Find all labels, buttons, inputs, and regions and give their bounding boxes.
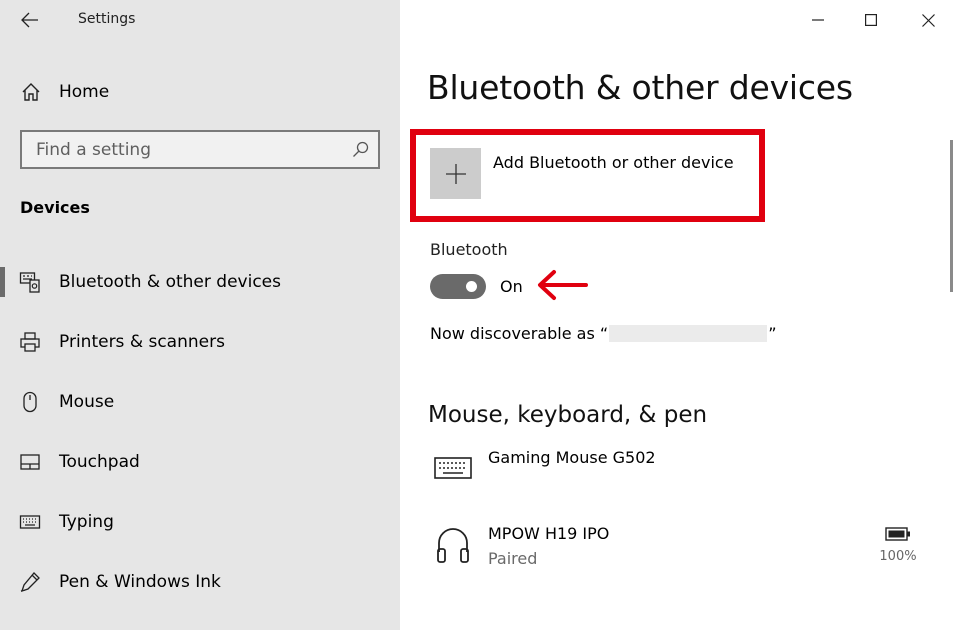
mouse-icon <box>18 390 42 414</box>
sidebar: Settings Home Devices Bluetooth & other … <box>0 0 400 630</box>
sidebar-item-typing[interactable]: Typing <box>0 492 400 552</box>
home-label: Home <box>59 82 110 102</box>
title-bar: Settings <box>0 0 400 40</box>
add-device-button[interactable]: Add Bluetooth or other device <box>430 148 734 199</box>
sidebar-item-label: Pen & Windows Ink <box>59 572 221 592</box>
plus-icon <box>445 163 466 184</box>
touchpad-icon <box>18 450 42 474</box>
maximize-icon <box>865 14 877 26</box>
sidebar-nav: Bluetooth & other devices Printers & sca… <box>0 252 400 612</box>
toggle-knob <box>466 281 477 292</box>
pen-icon <box>18 570 42 594</box>
discoverable-prefix: Now discoverable as “ <box>430 324 609 343</box>
battery-percent: 100% <box>879 549 917 564</box>
close-icon <box>921 13 935 27</box>
sidebar-item-label: Typing <box>59 512 114 532</box>
sidebar-item-label: Bluetooth & other devices <box>59 272 281 292</box>
main-panel: Bluetooth & other devices Add Bluetooth … <box>400 0 957 630</box>
section-title: Mouse, keyboard, & pen <box>428 402 708 428</box>
device-item[interactable]: Gaming Mouse G502 <box>430 448 656 488</box>
minimize-icon <box>812 19 824 21</box>
sidebar-item-mouse[interactable]: Mouse <box>0 372 400 432</box>
sidebar-item-printers[interactable]: Printers & scanners <box>0 312 400 372</box>
page-title: Bluetooth & other devices <box>427 68 853 107</box>
keyboard-icon <box>18 510 42 534</box>
sidebar-item-label: Touchpad <box>59 452 140 472</box>
device-name: MPOW H19 IPO <box>488 524 610 543</box>
sidebar-item-touchpad[interactable]: Touchpad <box>0 432 400 492</box>
home-icon <box>18 82 44 102</box>
maximize-button[interactable] <box>845 4 897 36</box>
sidebar-item-bluetooth[interactable]: Bluetooth & other devices <box>0 252 400 312</box>
device-name: Gaming Mouse G502 <box>488 448 656 467</box>
red-arrow-icon <box>538 270 588 300</box>
device-item[interactable]: MPOW H19 IPO Paired <box>430 524 609 568</box>
back-arrow-icon <box>21 12 38 28</box>
sidebar-item-label: Printers & scanners <box>59 332 225 352</box>
bluetooth-toggle[interactable] <box>430 274 486 299</box>
home-nav[interactable]: Home <box>18 74 388 110</box>
discoverable-text: Now discoverable as “ ” <box>430 324 777 343</box>
add-device-label: Add Bluetooth or other device <box>493 153 734 172</box>
bluetooth-devices-icon <box>18 270 42 294</box>
minimize-button[interactable] <box>792 4 844 36</box>
bluetooth-state: On <box>500 277 523 296</box>
device-status: Paired <box>488 549 538 568</box>
plus-tile <box>430 148 481 199</box>
scrollbar[interactable] <box>950 140 953 292</box>
sidebar-item-pen[interactable]: Pen & Windows Ink <box>0 552 400 612</box>
headphones-icon <box>430 524 476 568</box>
keyboard-icon <box>430 448 476 488</box>
close-button[interactable] <box>902 4 954 36</box>
search-box[interactable] <box>20 130 380 169</box>
redacted-device-name <box>609 325 768 342</box>
section-title: Devices <box>20 198 90 217</box>
bluetooth-label: Bluetooth <box>430 240 508 259</box>
sidebar-item-label: Mouse <box>59 392 115 412</box>
printer-icon <box>18 330 42 354</box>
search-input[interactable] <box>22 132 342 167</box>
discoverable-suffix: ” <box>768 324 777 343</box>
battery-icon <box>885 527 910 541</box>
back-button[interactable] <box>14 6 46 34</box>
app-title: Settings <box>78 11 136 27</box>
battery-indicator: 100% <box>878 526 918 564</box>
search-icon[interactable] <box>342 141 378 158</box>
